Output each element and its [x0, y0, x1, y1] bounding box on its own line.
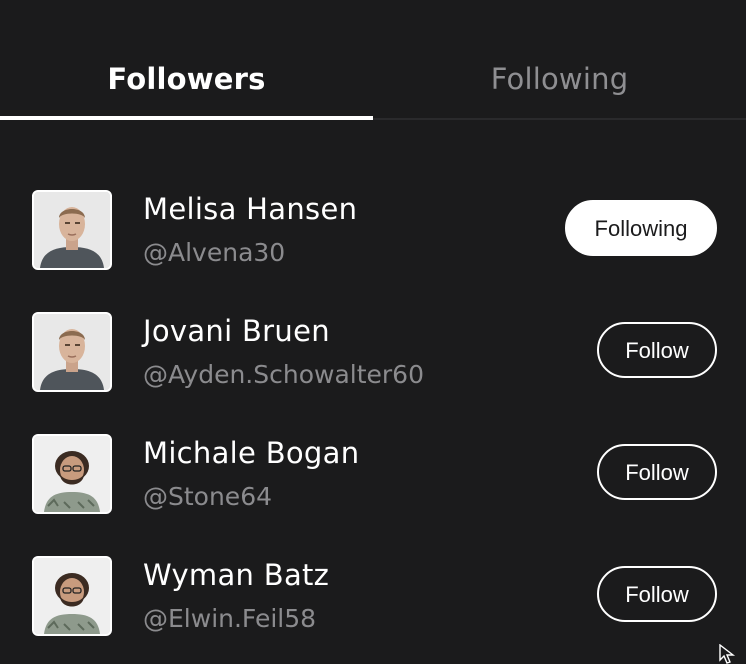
- list-item[interactable]: Jovani Bruen @Ayden.Schowalter60 Follow: [0, 292, 746, 414]
- mouse-cursor-icon: [719, 644, 736, 664]
- follow-button[interactable]: Follow: [597, 444, 717, 500]
- man-portrait-icon: [34, 314, 110, 390]
- user-name: Jovani Bruen: [143, 314, 330, 348]
- bearded-man-portrait-icon: [34, 558, 110, 634]
- avatar[interactable]: [32, 556, 112, 636]
- tab-bar: Followers Following: [0, 0, 746, 120]
- following-button[interactable]: Following: [565, 200, 717, 256]
- man-portrait-icon: [34, 192, 110, 268]
- user-handle: @Stone64: [143, 482, 273, 511]
- avatar[interactable]: [32, 312, 112, 392]
- user-name: Melisa Hansen: [143, 192, 358, 226]
- user-handle: @Ayden.Schowalter60: [143, 360, 424, 389]
- bearded-man-portrait-icon: [34, 436, 110, 512]
- user-name: Wyman Batz: [143, 558, 330, 592]
- tab-following[interactable]: Following: [373, 58, 746, 100]
- follow-button[interactable]: Follow: [597, 566, 717, 622]
- list-item[interactable]: Melisa Hansen @Alvena30 Following: [0, 170, 746, 292]
- avatar[interactable]: [32, 190, 112, 270]
- followers-list: Melisa Hansen @Alvena30 Following Jovani…: [0, 170, 746, 658]
- list-item[interactable]: Michale Bogan @Stone64 Follow: [0, 414, 746, 536]
- user-name: Michale Bogan: [143, 436, 360, 470]
- user-handle: @Elwin.Feil58: [143, 604, 317, 633]
- list-item[interactable]: Wyman Batz @Elwin.Feil58 Follow: [0, 536, 746, 658]
- avatar[interactable]: [32, 434, 112, 514]
- follow-button[interactable]: Follow: [597, 322, 717, 378]
- active-tab-indicator: [0, 116, 373, 120]
- user-handle: @Alvena30: [143, 238, 286, 267]
- tab-followers[interactable]: Followers: [0, 58, 373, 100]
